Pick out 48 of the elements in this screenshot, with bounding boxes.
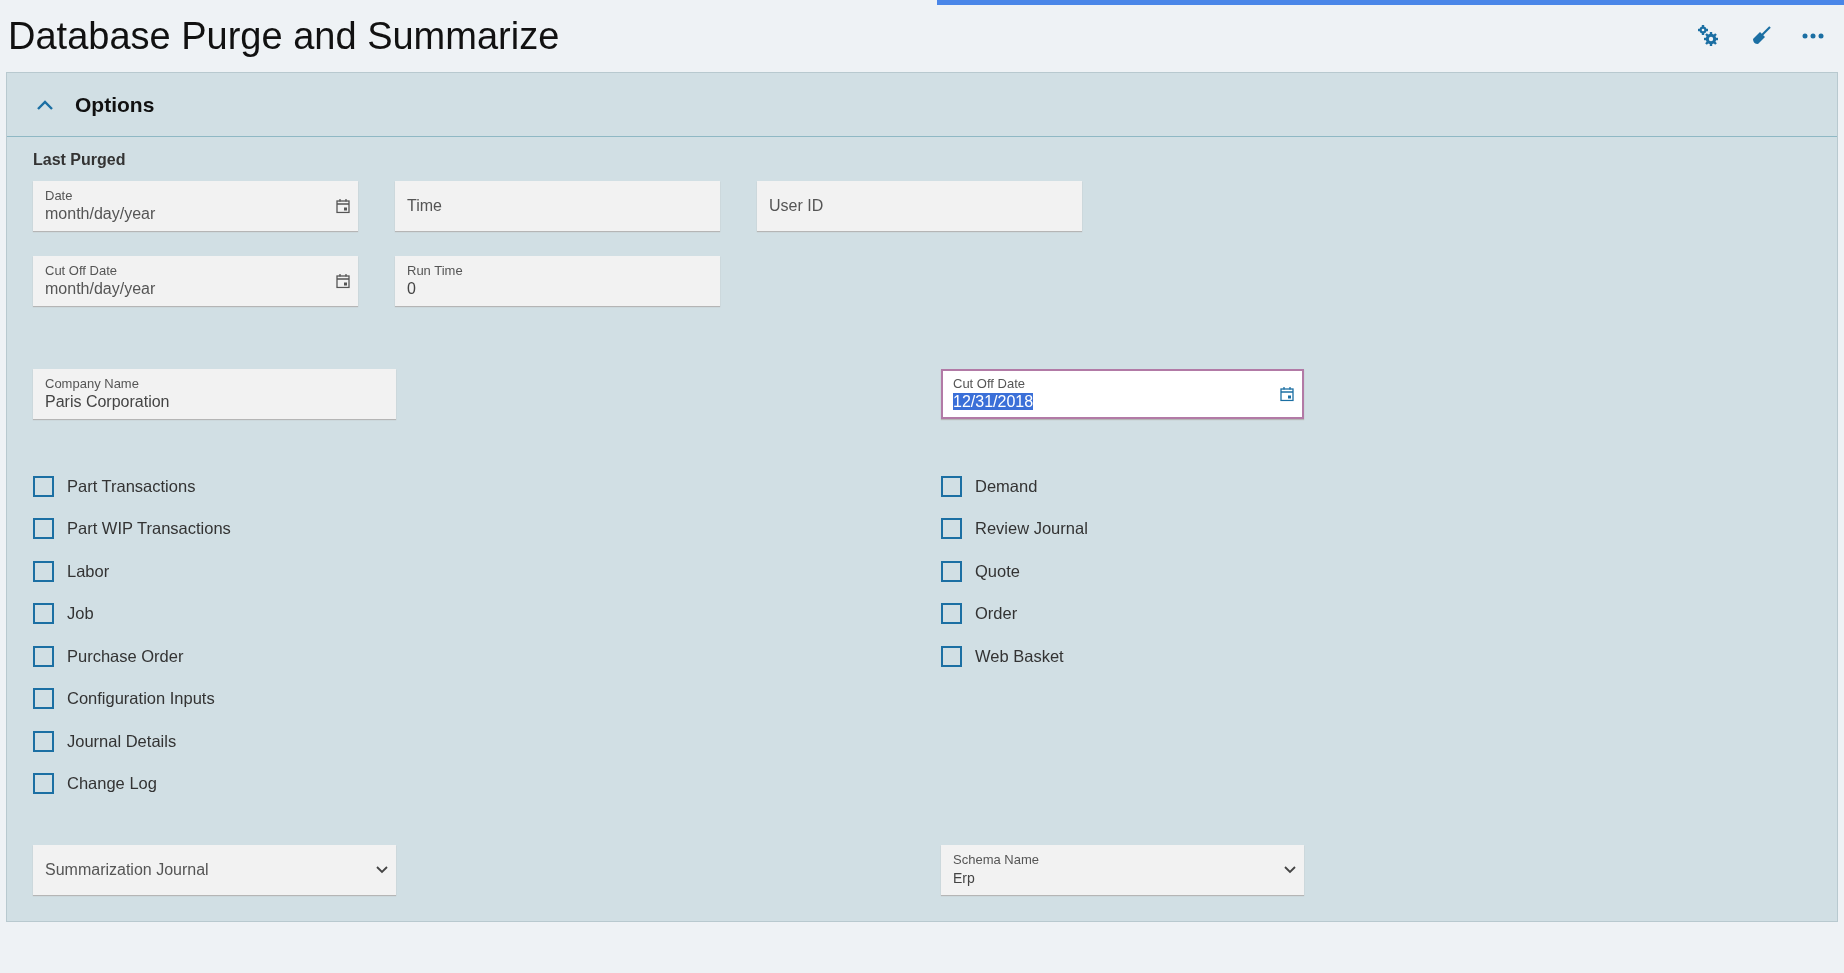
checkbox[interactable]: Part Transactions [33,475,196,497]
broom-icon [1750,25,1772,47]
chevron-up-icon [37,99,53,110]
chevron-down-icon [1284,865,1296,874]
checkbox[interactable]: Web Basket [941,645,1064,667]
checkbox[interactable]: Review Journal [941,517,1088,540]
checkbox-square[interactable] [941,518,962,539]
checkbox[interactable]: Quote [941,560,1020,582]
checkbox[interactable]: Journal Details [33,730,177,752]
checkbox[interactable]: Change Log [33,772,157,795]
checkbox[interactable]: Part WIP Transactions [33,517,231,540]
checkbox-square[interactable] [33,730,54,752]
checkbox-square[interactable] [33,645,54,667]
input-field[interactable]: Run Time 0 [395,256,720,306]
checkbox[interactable]: Job [33,602,94,625]
checkbox-square[interactable] [33,603,54,624]
dropdown-field[interactable]: Summarization Journal [33,844,396,895]
input-field[interactable]: Company Name Paris Corporation [33,369,396,419]
input-field[interactable]: User ID [757,181,1082,231]
gears-icon [1696,24,1720,48]
checkbox-square[interactable] [941,560,962,582]
section-heading: Last Purged [33,151,127,169]
date-field[interactable]: Date month/day/year [33,181,358,231]
calendar-icon[interactable] [336,273,350,289]
calendar-icon[interactable] [1280,386,1294,402]
checkbox-square[interactable] [33,560,54,582]
dropdown-field[interactable]: Schema Name Erp [941,844,1304,895]
checkbox-square[interactable] [941,645,962,667]
calendar-icon[interactable] [336,198,350,214]
date-field[interactable]: Cut Off Date month/day/year [33,256,358,306]
page-title: Database Purge and Summarize [8,14,561,58]
checkbox[interactable]: Configuration Inputs [33,687,215,710]
checkbox[interactable]: Order [941,602,1018,625]
collapse-button[interactable] [37,99,53,110]
checkbox-square[interactable] [941,603,962,624]
chevron-down-icon [376,865,388,874]
checkbox-square[interactable] [33,518,54,539]
checkbox-square[interactable] [33,688,54,709]
panel-title: Options [75,92,155,117]
date-field[interactable]: Cut Off Date 12/31/2018 [941,369,1304,419]
checkbox[interactable]: Demand [941,475,1038,497]
checkbox-square[interactable] [33,773,54,794]
more-icon [1802,32,1824,40]
checkbox-square[interactable] [941,475,962,497]
checkbox[interactable]: Labor [33,560,110,582]
input-field[interactable]: Time [395,181,720,231]
checkbox-square[interactable] [33,475,54,497]
checkbox[interactable]: Purchase Order [33,645,184,667]
